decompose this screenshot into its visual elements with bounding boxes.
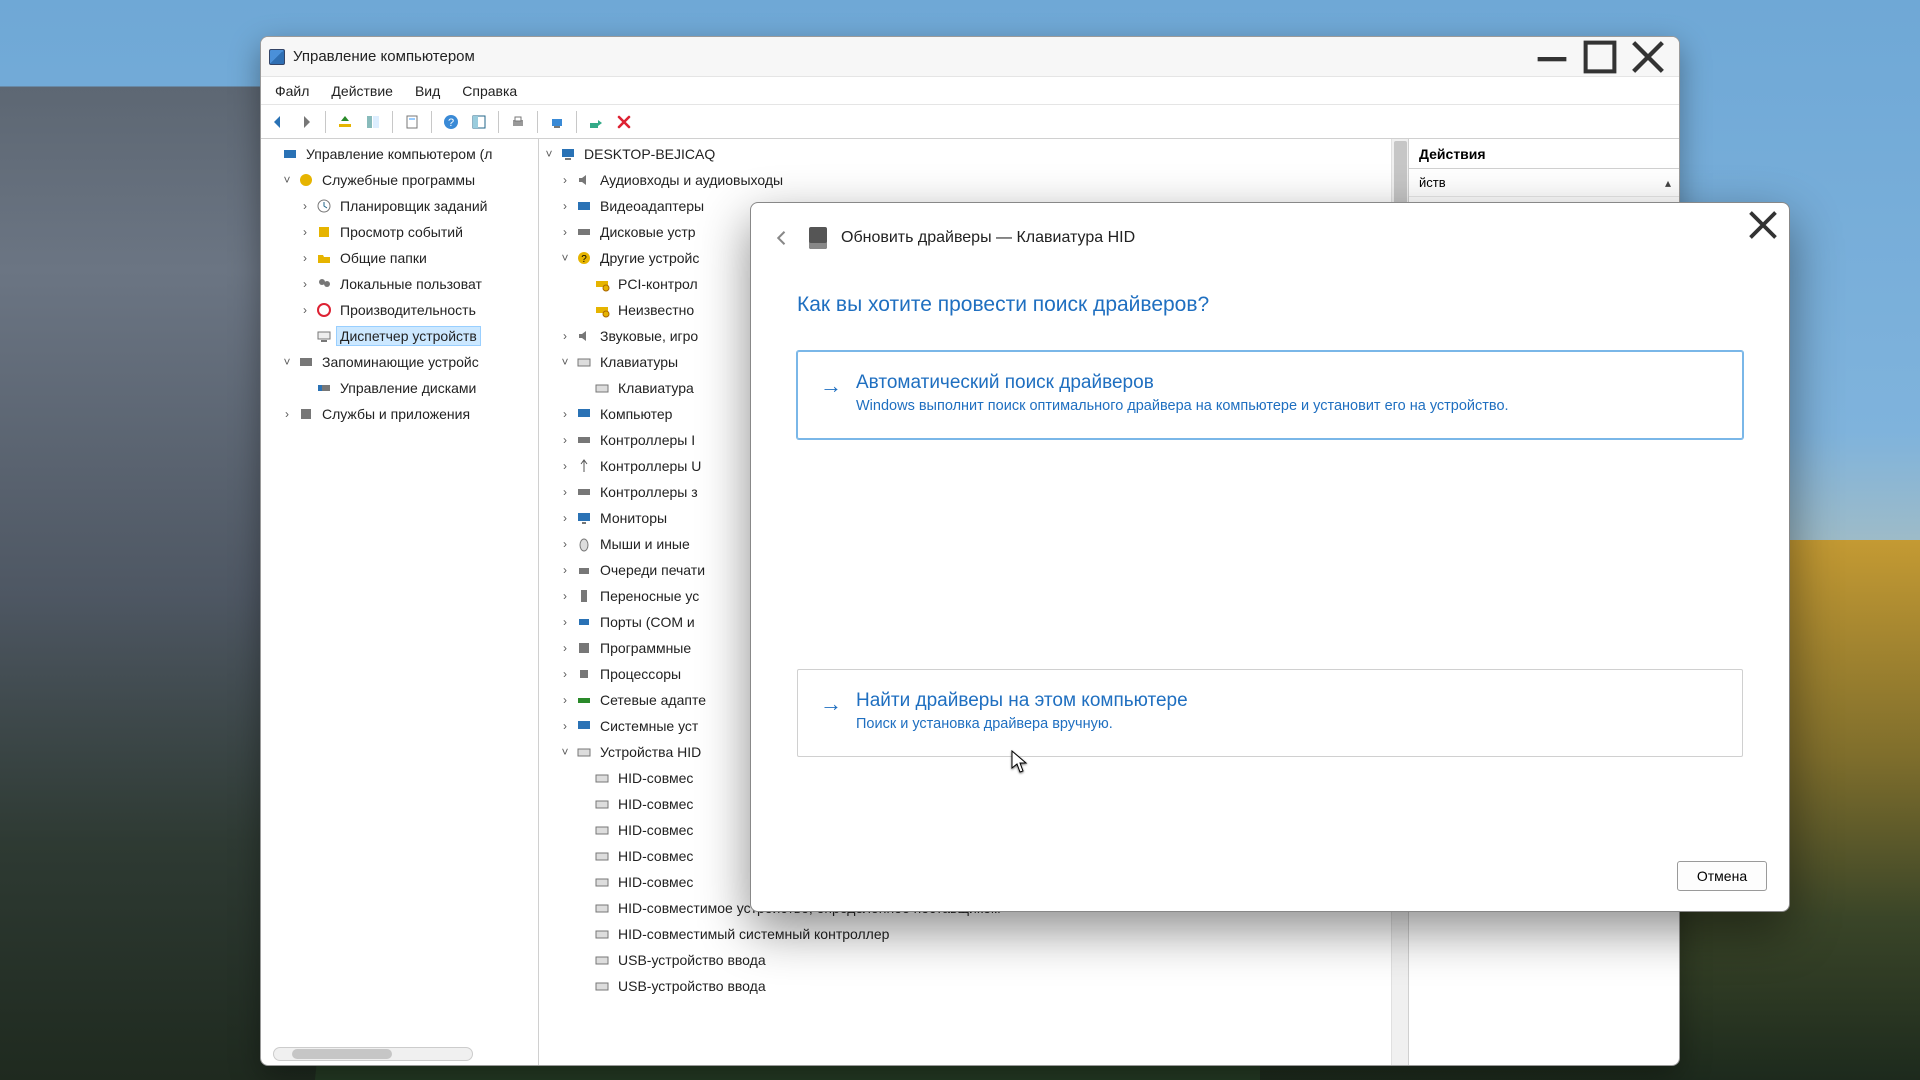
tree-shared-folders[interactable]: ›Общие папки — [261, 245, 538, 271]
scan-hardware-button[interactable] — [544, 109, 570, 135]
chevron-up-icon: ▴ — [1665, 176, 1671, 190]
tree-performance[interactable]: ›Производительность — [261, 297, 538, 323]
separator — [431, 111, 432, 133]
tree-system-tools[interactable]: ˅Служебные программы — [261, 167, 538, 193]
desktop-wallpaper: Управление компьютером Файл Действие Вид… — [0, 0, 1920, 1080]
forward-button[interactable] — [293, 109, 319, 135]
actions-header: Действия — [1409, 139, 1679, 169]
svg-text:?: ? — [581, 254, 587, 265]
option-title: Автоматический поиск драйверов — [856, 372, 1509, 394]
menu-view[interactable]: Вид — [405, 81, 450, 101]
option-browse-computer[interactable]: → Найти драйверы на этом компьютере Поис… — [797, 669, 1743, 757]
show-hide-tree-button[interactable] — [360, 109, 386, 135]
minimize-button[interactable] — [1529, 42, 1575, 72]
scrollbar-thumb[interactable] — [292, 1049, 392, 1059]
option-auto-search[interactable]: → Автоматический поиск драйверов Windows… — [797, 351, 1743, 439]
toggle-pane-button[interactable] — [466, 109, 492, 135]
dialog-close-button[interactable] — [1743, 209, 1783, 241]
app-icon — [269, 49, 285, 65]
menu-action[interactable]: Действие — [321, 81, 403, 101]
dev-hid-item[interactable]: USB-устройство ввода — [539, 947, 1408, 973]
dev-audio[interactable]: ›Аудиовходы и аудиовыходы — [539, 167, 1408, 193]
enable-device-button[interactable] — [583, 109, 609, 135]
tree-services-apps[interactable]: ›Службы и приложения — [261, 401, 538, 427]
separator — [392, 111, 393, 133]
option-desc: Поиск и установка драйвера вручную. — [856, 716, 1188, 732]
help-button[interactable]: ? — [438, 109, 464, 135]
cancel-button[interactable]: Отмена — [1677, 861, 1767, 891]
left-pane-h-scrollbar[interactable] — [273, 1047, 473, 1061]
separator — [576, 111, 577, 133]
actions-category[interactable]: йств ▴ — [1409, 169, 1679, 197]
device-icon — [809, 227, 827, 249]
separator — [537, 111, 538, 133]
arrow-right-icon: → — [820, 690, 842, 716]
tree-storage[interactable]: ˅Запоминающие устройс — [261, 349, 538, 375]
separator — [498, 111, 499, 133]
console-tree[interactable]: Управление компьютером (л ˅Служебные про… — [261, 139, 538, 429]
menu-file[interactable]: Файл — [265, 81, 319, 101]
tree-disk-management[interactable]: Управление дисками — [261, 375, 538, 401]
tree-device-manager[interactable]: Диспетчер устройств — [261, 323, 538, 349]
tree-event-viewer[interactable]: ›Просмотр событий — [261, 219, 538, 245]
toolbar: ? — [261, 105, 1679, 139]
tree-local-users[interactable]: ›Локальные пользоват — [261, 271, 538, 297]
dialog-header: Обновить драйверы — Клавиатура HID — [751, 203, 1789, 251]
tree-root[interactable]: Управление компьютером (л — [261, 141, 538, 167]
dev-hid-item[interactable]: USB-устройство ввода — [539, 973, 1408, 999]
close-button[interactable] — [1625, 42, 1671, 72]
option-desc: Windows выполнит поиск оптимального драй… — [856, 398, 1509, 414]
dev-hid-item[interactable]: HID-совместимый системный контроллер — [539, 921, 1408, 947]
tree-task-scheduler[interactable]: ›Планировщик заданий — [261, 193, 538, 219]
titlebar[interactable]: Управление компьютером — [261, 37, 1679, 77]
update-driver-dialog: Обновить драйверы — Клавиатура HID Как в… — [750, 202, 1790, 912]
print-button[interactable] — [505, 109, 531, 135]
dialog-question: Как вы хотите провести поиск драйверов? — [751, 251, 1789, 317]
back-button[interactable] — [265, 109, 291, 135]
dialog-buttons: Отмена — [1677, 861, 1767, 891]
svg-text:?: ? — [448, 117, 454, 129]
properties-button[interactable] — [399, 109, 425, 135]
maximize-button[interactable] — [1577, 42, 1623, 72]
up-button[interactable] — [332, 109, 358, 135]
console-tree-pane: Управление компьютером (л ˅Служебные про… — [261, 139, 539, 1065]
actions-category-label: йств — [1419, 175, 1446, 190]
dialog-title: Обновить драйверы — Клавиатура HID — [841, 229, 1135, 247]
dialog-options: → Автоматический поиск драйверов Windows… — [751, 317, 1789, 757]
window-title: Управление компьютером — [293, 48, 1529, 65]
option-title: Найти драйверы на этом компьютере — [856, 690, 1188, 712]
menubar: Файл Действие Вид Справка — [261, 77, 1679, 105]
separator — [325, 111, 326, 133]
arrow-right-icon: → — [820, 372, 842, 398]
uninstall-device-button[interactable] — [611, 109, 637, 135]
dev-root[interactable]: ˅DESKTOP-BEJICAQ — [539, 141, 1408, 167]
menu-help[interactable]: Справка — [452, 81, 527, 101]
dialog-back-button[interactable] — [769, 225, 795, 251]
